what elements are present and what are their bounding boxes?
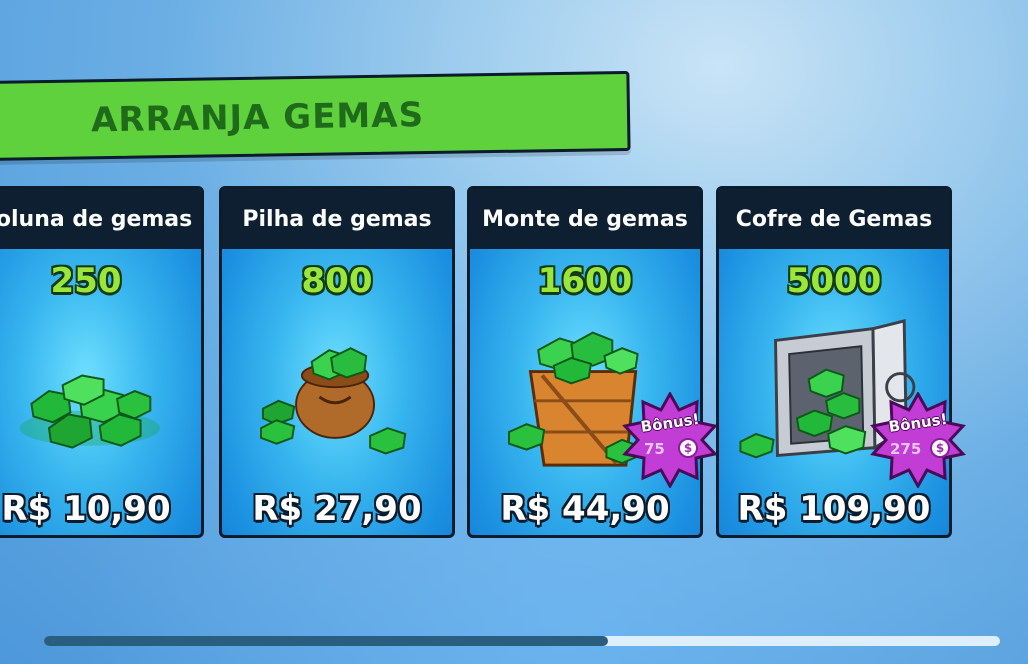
coin-icon: $	[930, 438, 950, 458]
offer-card-pilha[interactable]: Pilha de gemas 800 R$ 27,90	[219, 186, 455, 538]
offer-name: Coluna de gemas	[0, 189, 201, 249]
offer-card-coluna[interactable]: Coluna de gemas 250 R$ 10,90	[0, 186, 204, 538]
bonus-badge: Bônus! 75 $	[622, 392, 718, 488]
burst-badge-icon	[622, 392, 718, 488]
gem-amount: 5000	[786, 261, 882, 301]
bonus-amount: 75	[644, 440, 665, 458]
gem-amount: 800	[301, 261, 373, 301]
offer-price: R$ 27,90	[252, 489, 422, 529]
offer-price: R$ 44,90	[500, 489, 670, 529]
offer-price: R$ 109,90	[737, 489, 931, 529]
offer-name: Cofre de Gemas	[719, 189, 949, 249]
gem-pile-icon	[19, 374, 161, 449]
coin-icon: $	[678, 438, 698, 458]
gem-amount: 1600	[537, 261, 633, 301]
scrollbar-thumb[interactable]	[44, 636, 608, 646]
offer-name: Monte de gemas	[470, 189, 700, 249]
gem-amount: 250	[50, 261, 122, 301]
bonus-amount: 275	[890, 440, 922, 458]
gem-bag-icon	[260, 347, 407, 455]
section-title: ARRANJA GEMAS	[90, 95, 425, 141]
bonus-badge: Bônus! 275 $	[870, 392, 966, 488]
offer-price: R$ 10,90	[1, 489, 171, 529]
offer-name: Pilha de gemas	[222, 189, 452, 249]
shop-section-banner: ARRANJA GEMAS	[0, 70, 631, 162]
